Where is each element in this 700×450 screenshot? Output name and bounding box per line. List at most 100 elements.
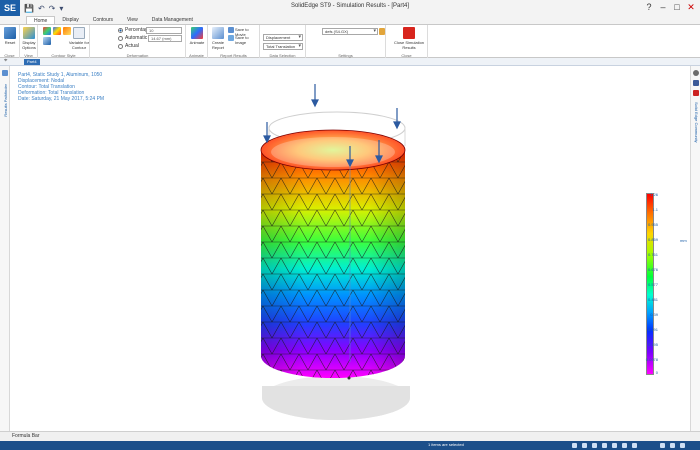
scale-label-6: 0.577 <box>647 282 658 287</box>
undo-icon[interactable]: ↶ <box>38 4 45 13</box>
ribbon-tabs: Home Display Contours View Data Manageme… <box>0 16 700 24</box>
reset-icon <box>4 27 16 39</box>
right-dock-strip: Solid Edge Community <box>690 66 700 431</box>
folder-icon[interactable] <box>379 28 385 35</box>
group-animate: Animate Animate <box>186 25 208 59</box>
scale-label-12: 0 <box>655 370 658 375</box>
contour-line-icon[interactable] <box>43 37 51 45</box>
tab-contours[interactable]: Contours <box>86 16 120 24</box>
actual-label: Actual <box>125 43 139 49</box>
group-contour-style: Variable for Contour Contour Style <box>38 25 90 59</box>
solid-edge-community-tab[interactable]: Solid Edge Community <box>694 102 699 143</box>
tab-data-management[interactable]: Data Management <box>145 16 200 24</box>
youtube-icon[interactable] <box>693 90 699 96</box>
settings-dropdown[interactable]: defs (S4.GX) <box>322 28 378 35</box>
pathfinder-icon[interactable] <box>2 70 8 76</box>
ribbon: Reset Close Display Options View Variabl… <box>0 24 700 59</box>
window-controls: ? – □ ✕ <box>642 0 698 14</box>
percentage-radio-dot <box>118 27 123 33</box>
results-pathfinder-tab[interactable]: Results Pathfinder <box>3 84 8 117</box>
tab-home[interactable]: Home <box>26 16 56 24</box>
animate-icon <box>191 27 203 39</box>
units-label: mm <box>680 238 687 243</box>
close-simulation-button[interactable]: Close Simulation Results <box>394 27 424 50</box>
group-deformation: Percentage 10 Automatic 14.67 (mm) Actua… <box>90 25 186 59</box>
app-logo[interactable]: SE <box>0 0 20 16</box>
status-bar: Formula Bar <box>0 431 700 441</box>
create-report-icon <box>212 27 224 39</box>
help-icon[interactable]: ? <box>642 0 656 14</box>
automatic-field[interactable]: 14.67 (mm) <box>148 35 182 42</box>
scale-label-9: 0.291 <box>647 327 658 332</box>
close-simulation-icon <box>403 27 415 39</box>
actual-radio-dot <box>118 43 123 49</box>
scale-label-8: 0.39 <box>650 312 658 317</box>
zoom-icon[interactable] <box>592 443 597 448</box>
reset-button[interactable]: Reset <box>0 27 20 45</box>
display-options-icon <box>23 27 35 39</box>
facebook-icon[interactable] <box>693 80 699 86</box>
graphics-viewport[interactable]: Part4, Static Study 1, Aluminum, 1050 Di… <box>11 66 689 431</box>
actual-radio[interactable]: Actual <box>118 43 139 49</box>
scale-label-7: 0.481 <box>647 297 658 302</box>
view-cube-icon[interactable] <box>660 443 665 448</box>
tab-view[interactable]: View <box>120 16 145 24</box>
customize-qat-icon[interactable]: ▾ <box>59 4 63 13</box>
minimize-icon[interactable]: – <box>656 0 670 14</box>
model-view <box>260 84 410 420</box>
save-icon[interactable]: 💾 <box>24 4 34 13</box>
rotate-icon[interactable] <box>612 443 617 448</box>
close-window-icon[interactable]: ✕ <box>684 0 698 14</box>
group-settings: defs (S4.GX) Settings <box>306 25 386 59</box>
tab-display[interactable]: Display <box>55 16 85 24</box>
contour-smooth-icon[interactable] <box>43 27 51 35</box>
app-window: SE 💾 ↶ ↷ ▾ SolidEdge ST9 - Simulation Re… <box>0 0 700 450</box>
variable-for-contour-button[interactable]: Variable for Contour <box>68 27 90 50</box>
create-report-button[interactable]: Create Report <box>208 27 228 50</box>
result-type-dropdown[interactable]: Displacement <box>263 34 303 41</box>
shade-icon[interactable] <box>632 443 637 448</box>
automatic-radio-dot <box>118 35 123 41</box>
document-tab-bar: ⌖ Part4 <box>0 58 700 66</box>
group-close: Reset Close <box>0 25 20 59</box>
create-report-label: Create Report <box>211 40 224 50</box>
deformed-cylinder <box>260 129 406 378</box>
automatic-label: Automatic <box>125 35 148 41</box>
layout-icon[interactable] <box>680 443 685 448</box>
group-data-selection: Displacement Total Translation Data Sele… <box>260 25 306 59</box>
document-tab[interactable]: Part4 <box>24 59 40 65</box>
percentage-field[interactable]: 10 <box>146 27 182 34</box>
scale-label-5: 0.676 <box>647 267 658 272</box>
view-icon[interactable] <box>582 443 587 448</box>
animate-button[interactable]: Animate <box>187 27 207 45</box>
save-to-image-button[interactable]: Save to Image <box>235 35 259 45</box>
movie-icon <box>228 27 234 33</box>
result-component-dropdown[interactable]: Total Translation <box>263 43 303 50</box>
maximize-icon[interactable]: □ <box>670 0 684 14</box>
contour-banded-icon[interactable] <box>53 27 61 35</box>
expand-icon[interactable] <box>670 443 675 448</box>
scale-label-1: 1.1 <box>652 207 658 212</box>
variable-label: Variable for Contour <box>68 40 90 50</box>
variable-icon <box>73 27 85 39</box>
scale-label-3: 0.859 <box>647 237 658 242</box>
fit-icon[interactable] <box>622 443 627 448</box>
automatic-radio[interactable]: Automatic <box>118 35 147 41</box>
scale-label-10: 0.195 <box>647 342 658 347</box>
animate-label: Animate <box>189 40 205 45</box>
formula-bar-tab[interactable]: Formula Bar <box>12 433 40 439</box>
group-view: Display Options View <box>20 25 38 59</box>
pin-icon[interactable]: ⌖ <box>4 58 7 65</box>
close-simulation-label: Close Simulation Results <box>394 40 425 50</box>
redo-icon[interactable]: ↷ <box>49 4 56 13</box>
bottom-status-bar: 1 items are selected <box>0 441 700 450</box>
display-options-button[interactable]: Display Options <box>20 27 38 50</box>
settings-gear-icon[interactable] <box>693 70 699 76</box>
search-icon[interactable] <box>572 443 577 448</box>
group-report-results: Create Report Save to Movie Save to Imag… <box>208 25 260 59</box>
title-bar: SE 💾 ↶ ↷ ▾ SolidEdge ST9 - Simulation Re… <box>0 0 700 16</box>
ghost-bottom-side <box>262 386 410 420</box>
pan-icon[interactable] <box>602 443 607 448</box>
group-close-sim: Close Simulation Results Close <box>386 25 428 59</box>
scale-label-4: 0.761 <box>647 252 658 257</box>
